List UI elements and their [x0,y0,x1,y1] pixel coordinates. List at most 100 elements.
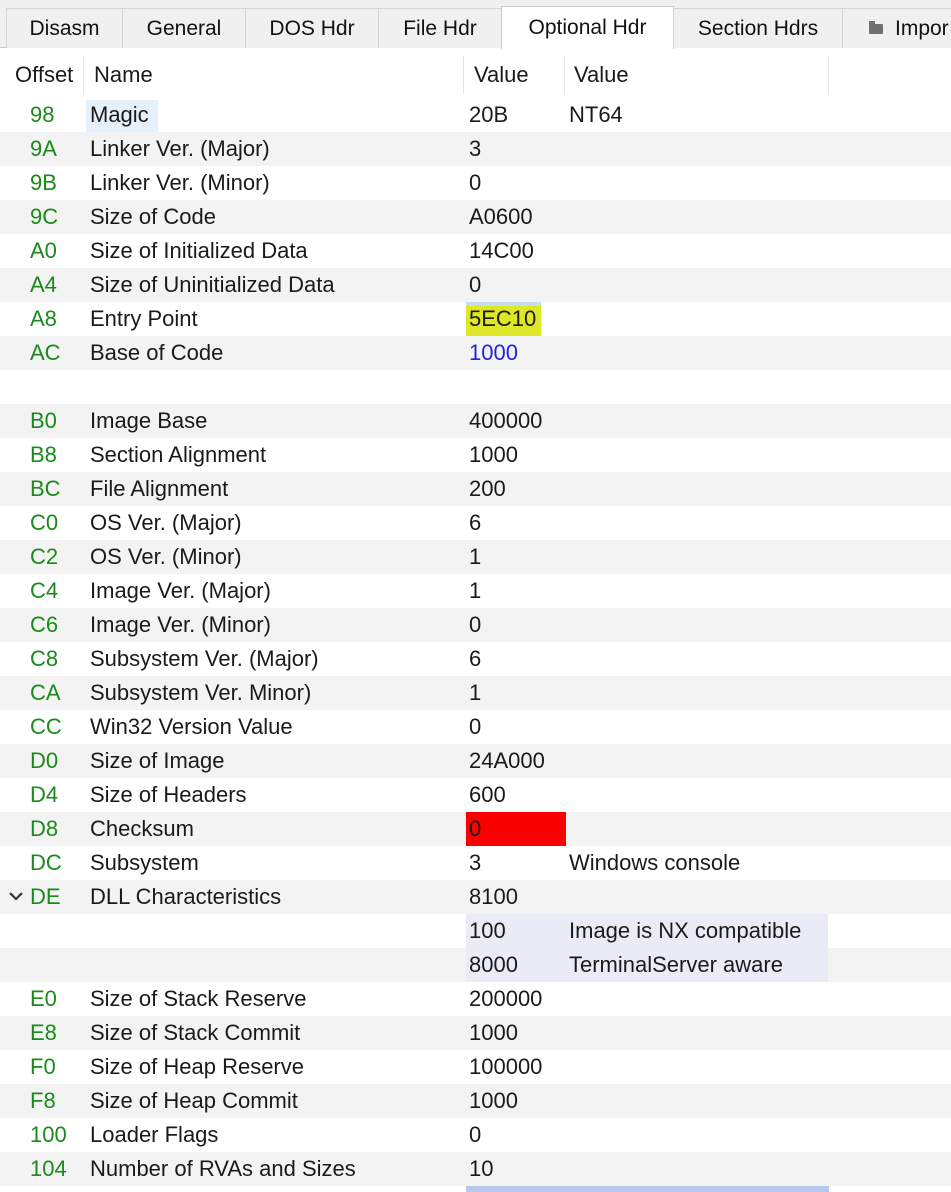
name-cell: Size of Heap Commit [90,1088,298,1113]
tab-optional-hdr[interactable]: Optional Hdr [501,6,674,49]
offset-cell: CA [30,680,61,705]
table-row[interactable]: BC File Alignment 200 [0,472,951,506]
table-row[interactable]: 9A Linker Ver. (Major) 3 [0,132,951,166]
table-row[interactable]: 9C Size of Code A0600 [0,200,951,234]
table-row[interactable]: 8000 TerminalServer aware [0,948,951,982]
table-row[interactable]: F8 Size of Heap Commit 1000 [0,1084,951,1118]
offset-cell: D8 [30,816,59,841]
offset-cell: AC [30,340,61,365]
optional-header-table: 98 Magic 20B NT64 9A Linker Ver. (Major) 3 9B Li… [0,98,951,1186]
offset-cell: E0 [30,986,57,1011]
tab-imports[interactable]: Impor [842,8,951,48]
value-cell: 0 [469,170,482,195]
name-cell: Magic [90,102,149,127]
tab-label: DOS Hdr [269,16,355,40]
name-cell: Linker Ver. (Major) [90,136,270,161]
value-cell: 0 [469,1122,482,1147]
offset-cell: C0 [30,510,59,535]
table-row[interactable]: 100 Image is NX compatible [0,914,951,948]
name-cell: Base of Code [90,340,224,365]
name-cell: DLL Characteristics [90,884,282,909]
offset-cell: 104 [30,1156,67,1181]
column-header-offset[interactable]: Offset [0,50,84,100]
tab-dos-hdr[interactable]: DOS Hdr [245,8,379,48]
folder-icon [869,20,883,34]
value2-cell: Windows console [569,850,741,875]
offset-cell: F8 [30,1088,56,1113]
value-cell: 1 [469,680,482,705]
tab-file-hdr[interactable]: File Hdr [378,8,502,48]
column-header-value2[interactable]: Value [565,50,829,100]
value-cell: A0600 [469,204,533,229]
name-cell: Image Ver. (Minor) [90,612,271,637]
value2-cell: TerminalServer aware [569,952,783,977]
offset-cell: C6 [30,612,59,637]
name-cell: Linker Ver. (Minor) [90,170,270,195]
name-cell: Win32 Version Value [90,714,293,739]
value-cell: 0 [469,612,482,637]
value-cell: 1 [469,544,482,569]
offset-cell: 9C [30,204,59,229]
table-row[interactable]: B8 Section Alignment 1000 [0,438,951,472]
name-cell: Size of Stack Commit [90,1020,301,1045]
column-header-value[interactable]: Value [464,50,565,100]
offset-cell: C2 [30,544,59,569]
name-cell: OS Ver. (Major) [90,510,242,535]
table-row[interactable]: CC Win32 Version Value 0 [0,710,951,744]
value-cell: 200000 [469,986,543,1011]
table-row[interactable]: C4 Image Ver. (Major) 1 [0,574,951,608]
table-row[interactable]: C6 Image Ver. (Minor) 0 [0,608,951,642]
tab-section-hdrs[interactable]: Section Hdrs [673,8,843,48]
table-row[interactable]: E8 Size of Stack Commit 1000 [0,1016,951,1050]
table-row[interactable]: 9B Linker Ver. (Minor) 0 [0,166,951,200]
table-row[interactable]: CA Subsystem Ver. Minor) 1 [0,676,951,710]
tab-label: Impor [895,16,949,40]
table-row[interactable]: B0 Image Base 400000 [0,404,951,438]
table-row[interactable]: D4 Size of Headers 600 [0,778,951,812]
table-row[interactable]: 104 Number of RVAs and Sizes 10 [0,1152,951,1186]
value-cell: 600 [469,782,506,807]
name-cell: Size of Heap Reserve [90,1054,304,1079]
value2-cell: Image is NX compatible [569,918,802,943]
value-cell: 1000 [469,1088,518,1113]
offset-cell: CC [30,714,62,739]
value-cell: 8000 [469,952,518,977]
table-row[interactable]: E0 Size of Stack Reserve 200000 [0,982,951,1016]
value-cell: 0 [469,272,482,297]
table-row[interactable]: F0 Size of Heap Reserve 100000 [0,1050,951,1084]
name-cell: File Alignment [90,476,229,501]
table-row[interactable] [0,370,951,404]
table-row[interactable]: D8 Checksum 0 [0,812,951,846]
value-cell: 100000 [469,1054,543,1079]
name-cell: Image Base [90,408,208,433]
tab-disasm[interactable]: Disasm [6,8,123,48]
table-row[interactable]: A0 Size of Initialized Data 14C00 [0,234,951,268]
table-row[interactable]: C2 OS Ver. (Minor) 1 [0,540,951,574]
table-row[interactable]: 98 Magic 20B NT64 [0,98,951,132]
value-cell: 1000 [469,1020,518,1045]
table-row[interactable]: D0 Size of Image 24A000 [0,744,951,778]
offset-cell: 9A [30,136,57,161]
tab-general[interactable]: General [122,8,246,48]
table-row[interactable]: DC Subsystem 3 Windows console [0,846,951,880]
table-row[interactable]: AC Base of Code 1000 [0,336,951,370]
name-cell: Checksum [90,816,194,841]
table-row[interactable]: 100 Loader Flags 0 [0,1118,951,1152]
value2-cell: NT64 [569,102,623,127]
table-row[interactable]: DE DLL Characteristics 8100 [0,880,951,914]
value-cell: 100 [469,918,506,943]
tab-label: File Hdr [403,16,477,40]
value-cell: 400000 [469,408,543,433]
tab-label: Section Hdrs [697,16,819,40]
table-row[interactable]: C0 OS Ver. (Major) 6 [0,506,951,540]
table-row[interactable]: A4 Size of Uninitialized Data 0 [0,268,951,302]
value-cell: 1000 [469,442,518,467]
offset-cell: 98 [30,102,55,127]
name-cell: Subsystem Ver. Minor) [90,680,312,705]
table-row[interactable]: C8 Subsystem Ver. (Major) 6 [0,642,951,676]
offset-cell: D4 [30,782,59,807]
column-header-name[interactable]: Name [84,50,464,100]
table-row[interactable]: A8 Entry Point 5EC10 [0,302,951,336]
offset-cell: 9B [30,170,57,195]
offset-cell: C4 [30,578,59,603]
